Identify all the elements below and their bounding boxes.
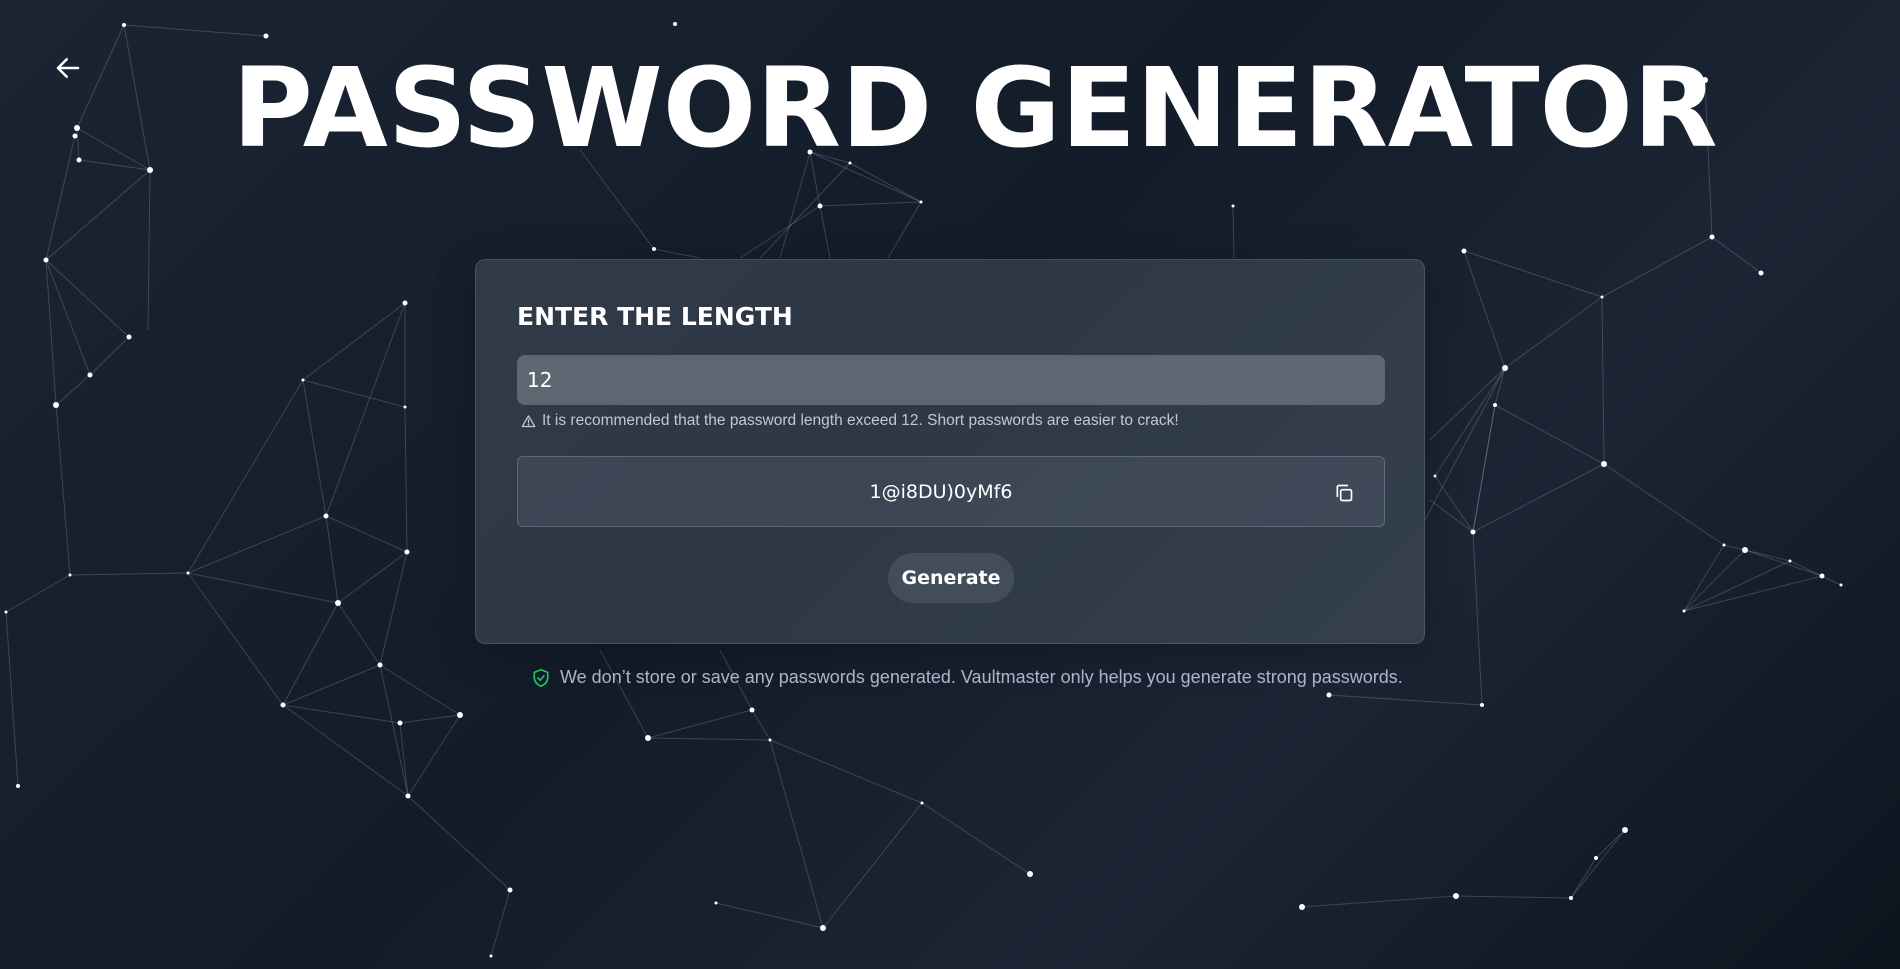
page-title: PASSWORD GENERATOR bbox=[232, 44, 1718, 172]
privacy-note-text: We don’t store or save any passwords gen… bbox=[560, 667, 1403, 687]
generate-button[interactable]: Generate bbox=[888, 553, 1014, 603]
shield-check-icon bbox=[533, 668, 549, 687]
copy-button[interactable] bbox=[1332, 481, 1356, 505]
length-label: ENTER THE LENGTH bbox=[517, 302, 793, 331]
generator-card: ENTER THE LENGTH It is recommended that … bbox=[475, 259, 1425, 644]
length-hint: It is recommended that the password leng… bbox=[521, 412, 1179, 430]
generated-password: 1@i8DU)0yMf6 bbox=[869, 480, 1013, 503]
warning-triangle-icon bbox=[521, 414, 536, 427]
length-input[interactable] bbox=[517, 355, 1385, 405]
length-hint-text: It is recommended that the password leng… bbox=[542, 412, 1179, 429]
copy-icon bbox=[1336, 484, 1353, 502]
generated-password-box: 1@i8DU)0yMf6 bbox=[517, 456, 1385, 527]
privacy-note: We don’t store or save any passwords gen… bbox=[532, 667, 1403, 688]
